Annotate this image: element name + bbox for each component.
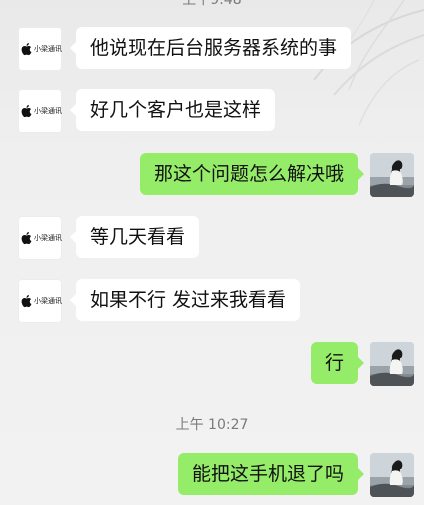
contact-brand-label: 小梁通讯 xyxy=(34,45,62,53)
message-received[interactable]: 他说现在后台服务器系统的事 xyxy=(69,27,352,69)
timestamp-top: 上午9:48 xyxy=(182,0,242,8)
message-sent[interactable]: 那这个问题怎么解决哦 xyxy=(139,153,365,195)
contact-brand-label: 小梁通讯 xyxy=(34,234,62,242)
contact-avatar[interactable]: 小梁通讯 xyxy=(18,216,62,260)
apple-logo-icon xyxy=(21,295,32,308)
apple-logo-icon xyxy=(21,105,32,118)
contact-brand-label: 小梁通讯 xyxy=(34,107,62,115)
self-avatar[interactable] xyxy=(370,153,414,197)
message-received[interactable]: 好几个客户也是这样 xyxy=(69,89,276,131)
self-avatar[interactable] xyxy=(370,342,414,386)
timestamp: 上午 10:27 xyxy=(175,417,249,433)
message-sent[interactable]: 能把这手机退了吗 xyxy=(177,453,365,495)
apple-logo-icon xyxy=(21,232,32,245)
message-received[interactable]: 如果不行 发过来我看看 xyxy=(69,279,301,321)
apple-logo-icon xyxy=(21,43,32,56)
contact-brand-label: 小梁通讯 xyxy=(34,297,62,305)
beach-photo-avatar xyxy=(370,453,414,497)
contact-avatar[interactable]: 小梁通讯 xyxy=(18,27,62,71)
message-sent[interactable]: 行 xyxy=(310,342,365,384)
beach-photo-avatar xyxy=(370,342,414,386)
beach-photo-avatar xyxy=(370,153,414,197)
self-avatar[interactable] xyxy=(370,453,414,497)
contact-avatar[interactable]: 小梁通讯 xyxy=(18,89,62,133)
contact-avatar[interactable]: 小梁通讯 xyxy=(18,279,62,323)
message-received[interactable]: 等几天看看 xyxy=(69,216,200,258)
background-leaves-decoration xyxy=(313,0,424,126)
